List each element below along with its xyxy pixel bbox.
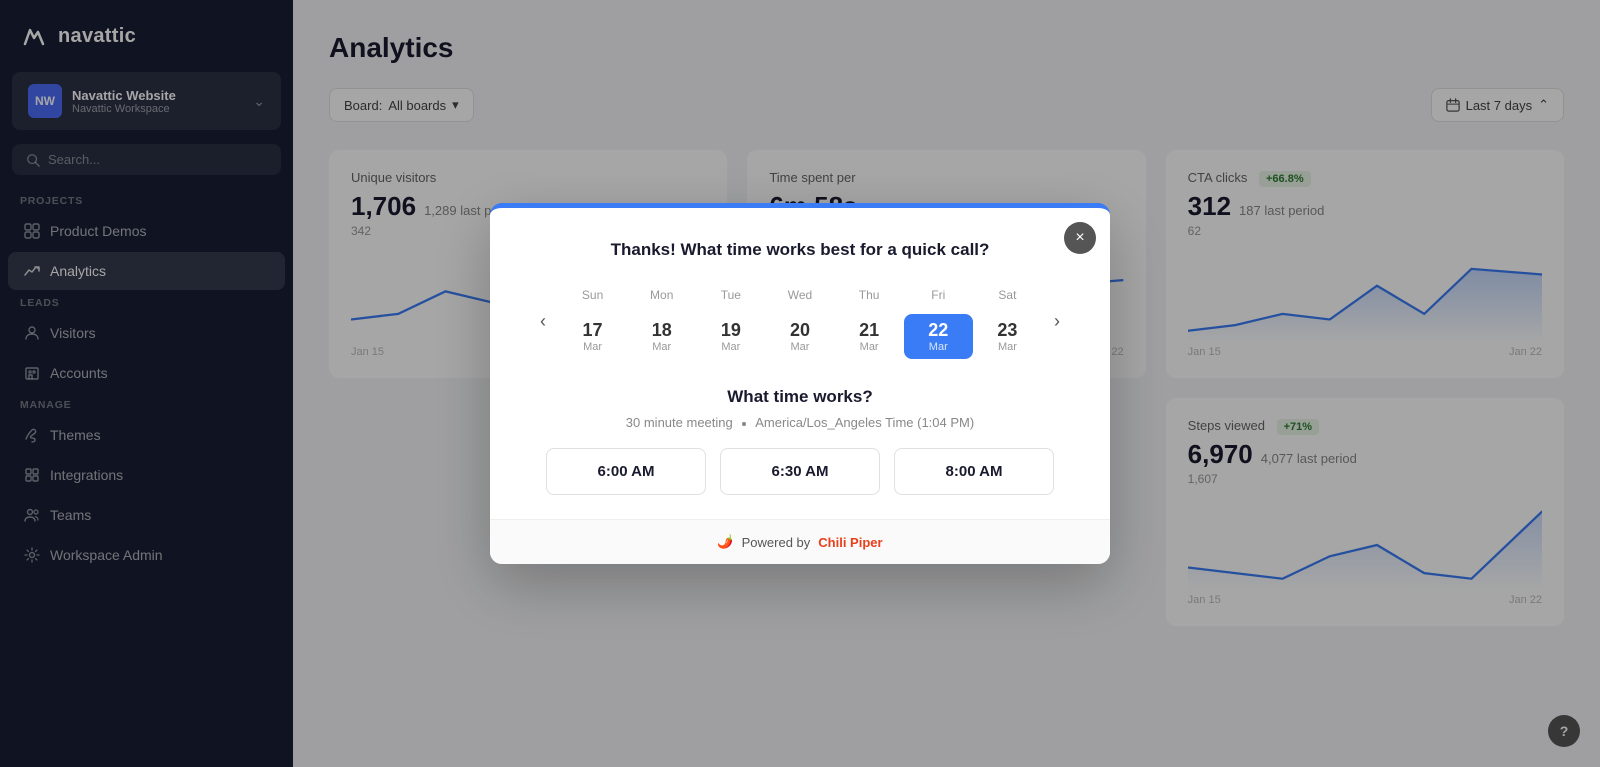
calendar-next-button[interactable]: › bbox=[1042, 307, 1072, 337]
day-name: Fri bbox=[904, 284, 973, 306]
day-number: 19 bbox=[721, 320, 741, 342]
calendar-day[interactable]: 22Mar bbox=[904, 314, 973, 360]
day-number: 21 bbox=[859, 320, 879, 342]
time-slot-button[interactable]: 6:00 AM bbox=[546, 448, 706, 495]
chili-icon: 🌶️ bbox=[717, 534, 733, 550]
time-subtitle: 30 minute meeting America/Los_Angeles Ti… bbox=[528, 415, 1072, 430]
day-month: Mar bbox=[652, 341, 671, 353]
day-month: Mar bbox=[583, 341, 602, 353]
calendar-day-names: SunMonTueWedThuFriSat bbox=[558, 284, 1042, 306]
calendar-prev-button[interactable]: ‹ bbox=[528, 307, 558, 337]
day-month: Mar bbox=[929, 341, 948, 353]
calendar-header: ‹ SunMonTueWedThuFriSat 17Mar18Mar19Mar2… bbox=[528, 284, 1072, 360]
day-number: 22 bbox=[928, 320, 948, 342]
calendar-day[interactable]: 23Mar bbox=[973, 314, 1042, 360]
day-month: Mar bbox=[721, 341, 740, 353]
modal-title: Thanks! What time works best for a quick… bbox=[518, 240, 1082, 260]
calendar-day[interactable]: 19Mar bbox=[696, 314, 765, 360]
calendar-days: 17Mar18Mar19Mar20Mar21Mar22Mar23Mar bbox=[558, 314, 1042, 360]
modal-body: Thanks! What time works best for a quick… bbox=[490, 208, 1110, 520]
day-name: Sat bbox=[973, 284, 1042, 306]
time-title: What time works? bbox=[528, 387, 1072, 407]
day-name: Tue bbox=[696, 284, 765, 306]
day-number: 23 bbox=[997, 320, 1017, 342]
day-name: Wed bbox=[765, 284, 834, 306]
day-name: Thu bbox=[835, 284, 904, 306]
calendar-days-row: SunMonTueWedThuFriSat 17Mar18Mar19Mar20M… bbox=[558, 284, 1042, 360]
time-slots: 6:00 AM 6:30 AM 8:00 AM bbox=[528, 448, 1072, 495]
day-month: Mar bbox=[998, 341, 1017, 353]
modal-close-button[interactable]: × bbox=[1064, 222, 1096, 254]
calendar-day[interactable]: 18Mar bbox=[627, 314, 696, 360]
day-month: Mar bbox=[791, 341, 810, 353]
calendar-day[interactable]: 21Mar bbox=[835, 314, 904, 360]
footer-text: Powered by bbox=[742, 535, 811, 550]
time-slot-button[interactable]: 6:30 AM bbox=[720, 448, 880, 495]
modal-footer: 🌶️ Powered by Chili Piper bbox=[490, 519, 1110, 564]
calendar: ‹ SunMonTueWedThuFriSat 17Mar18Mar19Mar2… bbox=[518, 284, 1082, 360]
day-number: 17 bbox=[583, 320, 603, 342]
calendar-day[interactable]: 17Mar bbox=[558, 314, 627, 360]
time-section: What time works? 30 minute meeting Ameri… bbox=[518, 387, 1082, 519]
day-name: Sun bbox=[558, 284, 627, 306]
chili-piper-link[interactable]: Chili Piper bbox=[818, 535, 882, 550]
day-number: 20 bbox=[790, 320, 810, 342]
day-number: 18 bbox=[652, 320, 672, 342]
scheduling-modal: × Thanks! What time works best for a qui… bbox=[490, 203, 1110, 565]
day-month: Mar bbox=[860, 341, 879, 353]
dot-separator bbox=[742, 422, 746, 426]
time-slot-button[interactable]: 8:00 AM bbox=[894, 448, 1054, 495]
modal-overlay[interactable]: × Thanks! What time works best for a qui… bbox=[0, 0, 1600, 767]
day-name: Mon bbox=[627, 284, 696, 306]
calendar-day[interactable]: 20Mar bbox=[765, 314, 834, 360]
